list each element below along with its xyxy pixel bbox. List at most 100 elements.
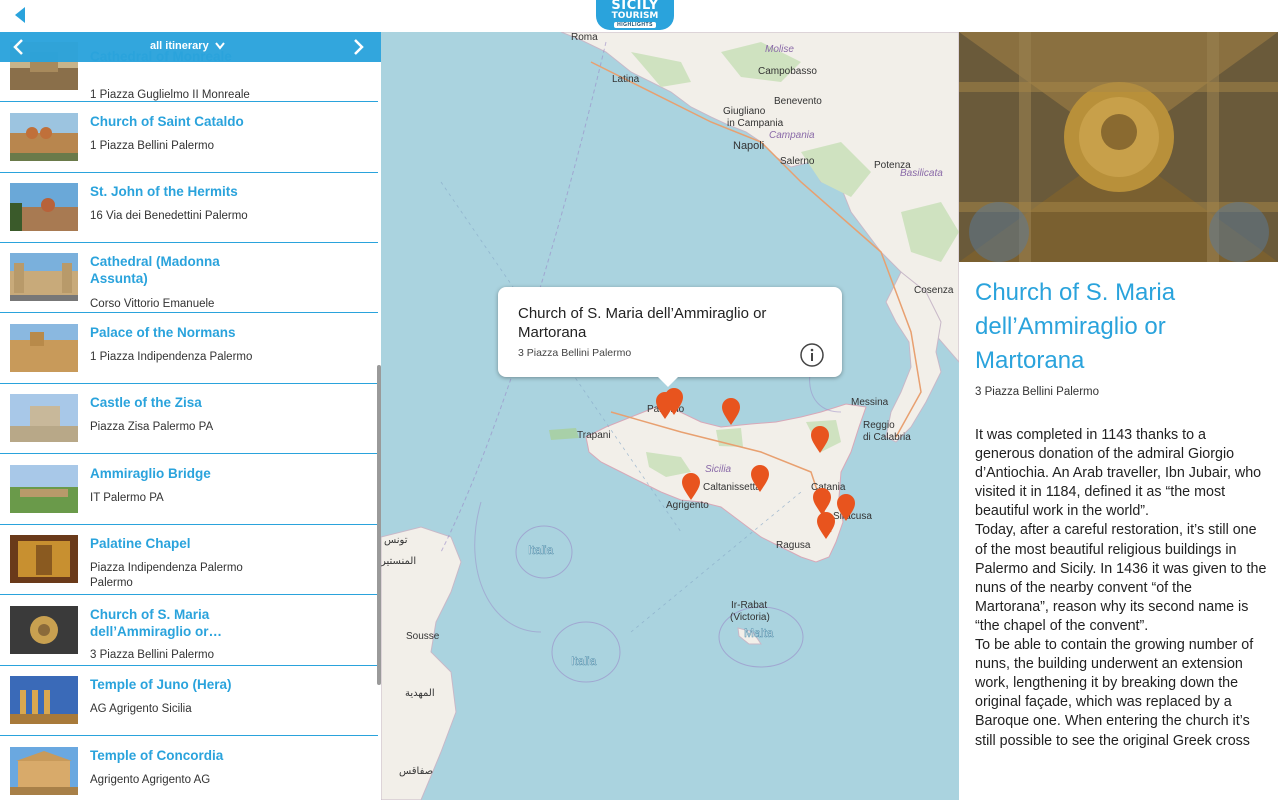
thumbnail-temple-juno: [10, 676, 78, 724]
back-arrow-icon[interactable]: [10, 4, 32, 26]
info-icon[interactable]: [800, 343, 824, 367]
map-label: in Campania: [727, 118, 784, 129]
map-label: Campobasso: [758, 66, 817, 77]
list-item-name: Castle of the Zisa: [90, 395, 202, 410]
list-item-name: Church of S. Maria dell’Ammiraglio or…: [90, 607, 223, 639]
map-popup[interactable]: Church of S. Maria dell’Ammiraglio or Ma…: [498, 287, 842, 387]
map-pin[interactable]: [721, 398, 741, 426]
map-pin[interactable]: [750, 465, 770, 493]
map-label: المهدية: [405, 688, 435, 699]
map-label: Ragusa: [776, 540, 811, 551]
map-pin[interactable]: [810, 426, 830, 454]
map-label: تونس: [384, 535, 408, 546]
list-item[interactable]: Castle of the Zisa Piazza Zisa Palermo P…: [0, 384, 378, 454]
itinerary-label: all itinerary: [150, 40, 209, 52]
detail-description: It was completed in 1143 thanks to a gen…: [975, 426, 1267, 751]
map-pin[interactable]: [681, 473, 701, 501]
map-label: Ir-Rabat: [731, 600, 768, 611]
thumbnail-ammiraglio-bridge: [10, 465, 78, 513]
list-item[interactable]: Church of Saint Cataldo 1 Piazza Bellini…: [0, 103, 378, 173]
map-label: المنستير: [381, 556, 417, 567]
map-label: Sousse: [406, 631, 440, 642]
detail-panel: Church of S. Maria dell’Ammiraglio or Ma…: [959, 32, 1280, 800]
list-item-address: Piazza Zisa Palermo PA: [90, 421, 214, 433]
popup-address: 3 Piazza Bellini Palermo: [518, 347, 632, 359]
list-item[interactable]: Palatine Chapel Piazza Indipendenza Pale…: [0, 525, 378, 595]
map-label: Sicilia: [705, 464, 732, 475]
list-item[interactable]: Cathedral (Madonna Assunta) Corso Vittor…: [0, 243, 378, 313]
thumbnail-saint-cataldo: [10, 113, 78, 161]
list-item-name: Cathedral (Madonna Assunta): [90, 254, 220, 286]
detail-hero-image: [959, 32, 1278, 262]
detail-paragraph: It was completed in 1143 thanks to a gen…: [975, 427, 1262, 520]
detail-paragraph: Today, after a careful restoration, it’s…: [975, 522, 1267, 634]
list-item[interactable]: St. John of the Hermits 16 Via dei Bened…: [0, 173, 378, 243]
list-item-address: IT Palermo PA: [90, 492, 164, 504]
list-item-name: Ammiraglio Bridge: [90, 466, 211, 481]
thumbnail-palatine-chapel: [10, 535, 78, 583]
detail-address: 3 Piazza Bellini Palermo: [975, 386, 1100, 398]
list-item-address: AG Agrigento Sicilia: [90, 703, 192, 715]
map-label: Benevento: [774, 96, 822, 107]
detail-title: Church of S. Maria dell’Ammiraglio or Ma…: [975, 279, 1176, 374]
map-label: Cosenza: [914, 285, 954, 296]
map-label: Latina: [612, 74, 640, 85]
map-label: Napoli: [733, 140, 765, 152]
map-label: Italia: [571, 654, 597, 669]
detail-paragraph: To be able to contain the growing number…: [975, 637, 1254, 749]
list-item-name: Palace of the Normans: [90, 325, 236, 340]
thumbnail-palace-normans: [10, 324, 78, 372]
map-label: (Victoria): [730, 612, 770, 623]
list-item-address: Agrigento Agrigento AG: [90, 774, 211, 786]
map-label: Campania: [769, 130, 815, 141]
itinerary-bar: all itinerary: [0, 32, 381, 62]
logo-line3: HIGHLIGHTS: [614, 22, 656, 28]
list-item-name: St. John of the Hermits: [90, 184, 238, 199]
thumbnail-martorana: [10, 606, 78, 654]
map-pin[interactable]: [816, 512, 836, 540]
poi-list-panel: Cathedral of Monreale 1 Piazza Guglielmo…: [0, 32, 381, 800]
map-label: Giugliano: [723, 106, 766, 117]
list-item[interactable]: Church of S. Maria dell’Ammiraglio or… 3…: [0, 596, 378, 666]
thumbnail-zisa: [10, 394, 78, 442]
list-item-name: Temple of Juno (Hera): [90, 677, 232, 692]
list-item-name: Temple of Concordia: [90, 748, 224, 763]
sicily-tourism-logo: SICILY TOURISM HIGHLIGHTS: [596, 0, 674, 30]
list-item[interactable]: Temple of Juno (Hera) AG Agrigento Sicil…: [0, 666, 378, 736]
chevron-left-icon[interactable]: [10, 37, 28, 57]
map-label: Messina: [851, 397, 889, 408]
map-label: صفاقس: [399, 766, 434, 777]
map-label: Reggio: [863, 420, 895, 431]
map-pin[interactable]: [664, 388, 684, 416]
map-label: Italia: [528, 543, 554, 558]
map-view[interactable]: Roma Molise Latina Campobasso Benevento …: [381, 32, 959, 800]
logo-line2: TOURISM: [611, 11, 659, 21]
list-item[interactable]: Temple of Concordia Agrigento Agrigento …: [0, 737, 378, 800]
chevron-right-icon[interactable]: [349, 37, 367, 57]
list-item-address: 1 Piazza Guglielmo II Monreale: [90, 89, 250, 101]
thumbnail-st-john: [10, 183, 78, 231]
thumbnail-cathedral: [10, 253, 78, 301]
popup-title: Church of S. Maria dell’Ammiraglio or Ma…: [518, 305, 767, 341]
map-label: Agrigento: [666, 500, 709, 511]
itinerary-dropdown[interactable]: all itinerary: [150, 40, 225, 52]
chevron-down-icon: [214, 42, 225, 50]
map-label: Salerno: [780, 156, 815, 167]
top-bar: SICILY TOURISM HIGHLIGHTS: [0, 0, 1280, 32]
list-item-address: Piazza Indipendenza Palermo Palermo: [90, 562, 243, 589]
map-label: Basilicata: [900, 168, 943, 179]
list-item-address: 16 Via dei Benedettini Palermo: [90, 210, 248, 222]
list-item-address: 3 Piazza Bellini Palermo: [90, 649, 215, 661]
list-item-address: 1 Piazza Bellini Palermo: [90, 140, 215, 152]
map-pin[interactable]: [836, 494, 856, 522]
map-label: Roma: [571, 32, 598, 43]
list-item-name: Palatine Chapel: [90, 536, 191, 551]
list-item-name: Church of Saint Cataldo: [90, 114, 244, 129]
list-item[interactable]: Ammiraglio Bridge IT Palermo PA: [0, 455, 378, 525]
map-label: Trapani: [577, 430, 611, 441]
map-label: di Calabria: [863, 432, 911, 443]
map-label: Malta: [744, 626, 774, 641]
list-item-address: 1 Piazza Indipendenza Palermo: [90, 351, 253, 363]
thumbnail-temple-concordia: [10, 747, 78, 795]
list-item[interactable]: Palace of the Normans 1 Piazza Indipende…: [0, 314, 378, 384]
